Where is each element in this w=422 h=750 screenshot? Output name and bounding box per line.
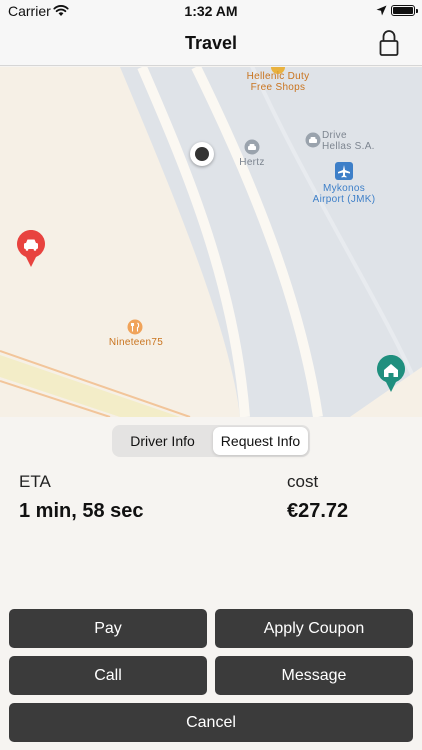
cost-label: cost bbox=[287, 472, 319, 491]
apply-coupon-button[interactable]: Apply Coupon bbox=[215, 609, 413, 648]
message-button[interactable]: Message bbox=[215, 656, 413, 695]
poi-label-restaurant: Nineteen75 bbox=[108, 337, 164, 348]
clock: 1:32 AM bbox=[184, 3, 238, 19]
poi-label-airport: Mykonos Airport (JMK) bbox=[312, 183, 376, 205]
tab-driver-info[interactable]: Driver Info bbox=[114, 427, 211, 455]
tab-request-info[interactable]: Request Info bbox=[213, 427, 308, 455]
car-rental-icon bbox=[305, 132, 321, 148]
status-bar: Carrier 1:32 AM bbox=[0, 0, 422, 22]
car-icon[interactable] bbox=[16, 230, 46, 268]
map-view[interactable]: Hellenic Duty Free Shops Hertz Drive Hel… bbox=[0, 67, 422, 417]
car-rental-icon bbox=[244, 139, 260, 155]
pay-button[interactable]: Pay bbox=[9, 609, 207, 648]
eta-label: ETA bbox=[19, 472, 51, 491]
map-background bbox=[0, 67, 422, 417]
home-icon[interactable] bbox=[376, 355, 406, 393]
page-title: Travel bbox=[184, 33, 238, 53]
location-arrow-icon bbox=[376, 5, 387, 16]
lock-icon[interactable] bbox=[375, 28, 403, 58]
poi-label-hertz: Hertz bbox=[239, 157, 265, 168]
cost-value: €27.72 bbox=[287, 500, 349, 522]
poi-label-duty-free: Hellenic Duty Free Shops bbox=[246, 71, 310, 93]
restaurant-icon bbox=[127, 319, 143, 335]
battery-icon bbox=[391, 5, 418, 16]
airport-icon bbox=[335, 162, 353, 180]
cancel-button[interactable]: Cancel bbox=[9, 703, 413, 742]
info-segmented-control: Driver Info Request Info bbox=[112, 425, 310, 457]
navigation-bar: Travel bbox=[0, 22, 422, 66]
call-button[interactable]: Call bbox=[9, 656, 207, 695]
poi-label-drive-hellas: Drive Hellas S.A. bbox=[322, 130, 375, 152]
current-location-dot bbox=[190, 142, 214, 166]
eta-value: 1 min, 58 sec bbox=[19, 500, 144, 522]
